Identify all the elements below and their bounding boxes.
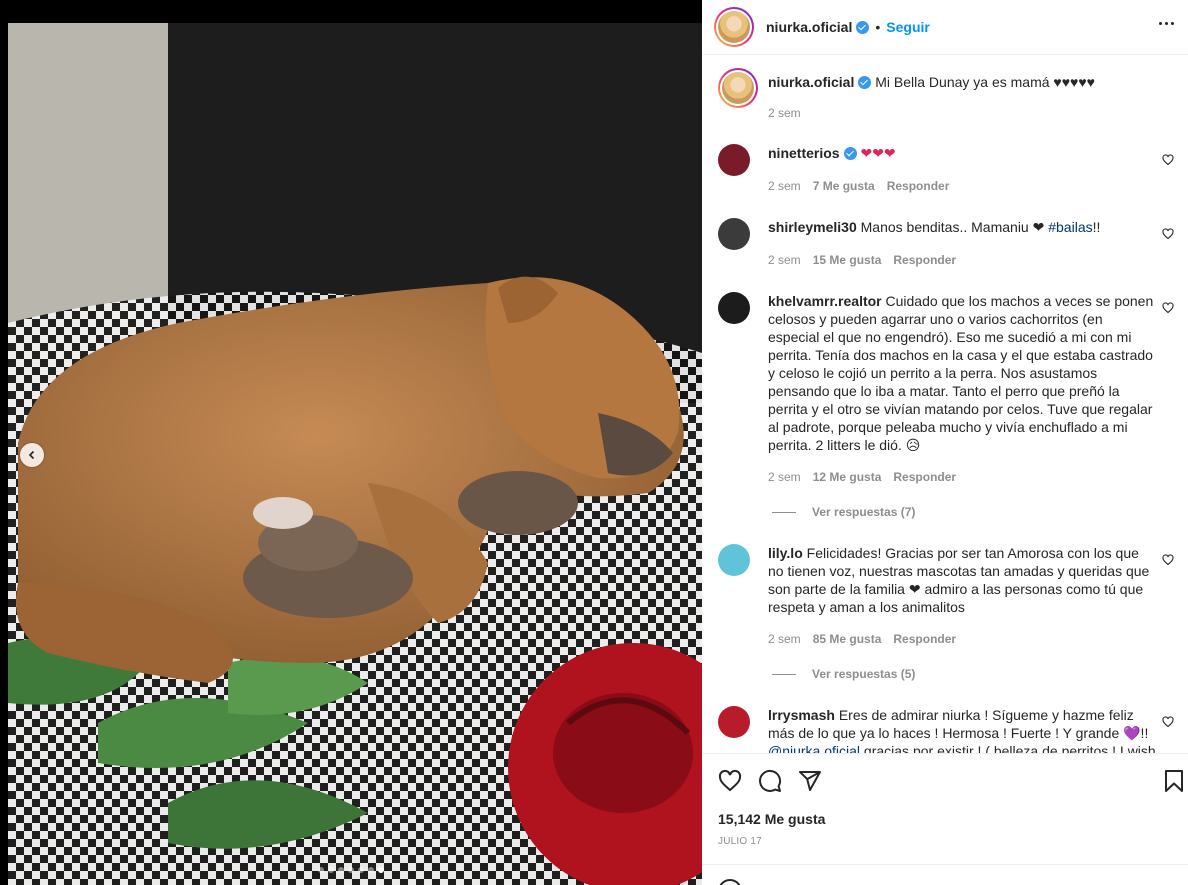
post-photo[interactable] xyxy=(8,23,702,885)
comment-username[interactable]: lily.lo xyxy=(768,545,803,561)
heart-icon[interactable] xyxy=(1162,716,1174,728)
comment-likes[interactable]: 85 Me gusta xyxy=(813,632,882,646)
chevron-left-icon xyxy=(28,450,35,460)
carousel-dot xyxy=(358,867,364,873)
comment-username[interactable]: shirleymeli30 xyxy=(768,219,857,235)
verified-icon xyxy=(856,20,870,34)
commenter-avatar[interactable] xyxy=(718,292,750,324)
post-header: niurka.oficial • Seguir xyxy=(702,0,1188,55)
post-date[interactable]: JULIO 17 xyxy=(718,836,762,847)
dog-with-puppies-photo xyxy=(8,23,702,885)
previous-slide-button[interactable] xyxy=(20,443,44,467)
more-options-icon[interactable] xyxy=(1159,22,1174,25)
comments-list[interactable]: niurka.oficial Mi Bella Dunay ya es mamá… xyxy=(702,56,1188,753)
comment-text: Felicidades! Gracias por ser tan Amorosa… xyxy=(768,545,1150,615)
comment-text: ❤❤❤ xyxy=(860,145,896,161)
view-replies-label: Ver respuestas (7) xyxy=(812,505,916,519)
commenter-avatar[interactable] xyxy=(718,706,750,738)
heart-icon[interactable] xyxy=(718,769,742,793)
view-replies-label: Ver respuestas (5) xyxy=(812,667,916,681)
view-replies-button[interactable]: Ver respuestas (5) xyxy=(772,667,915,681)
carousel-dot xyxy=(378,867,384,873)
post-media xyxy=(0,0,702,885)
commenter-avatar[interactable] xyxy=(718,144,750,176)
comment-icon[interactable] xyxy=(758,769,782,793)
media-top-band xyxy=(0,0,702,23)
carousel-dot xyxy=(338,867,344,873)
commenter-avatar[interactable] xyxy=(718,544,750,576)
comment-username[interactable]: ninetterios xyxy=(768,145,840,161)
comment-time[interactable]: 2 sem xyxy=(768,253,801,267)
separator: • xyxy=(875,19,881,35)
commenter-avatar[interactable] xyxy=(718,218,750,250)
share-icon[interactable] xyxy=(798,769,822,793)
heart-icon[interactable] xyxy=(1162,228,1174,240)
reply-button[interactable]: Responder xyxy=(893,632,956,646)
comment-likes[interactable]: 15 Me gusta xyxy=(813,253,882,267)
bookmark-icon[interactable] xyxy=(1162,769,1186,793)
comment-text: Manos benditas.. Mamaniu ❤ xyxy=(860,219,1045,235)
author-avatar[interactable] xyxy=(714,7,754,47)
comment-time[interactable]: 2 sem xyxy=(768,632,801,646)
comment-text: Cuidado que los machos a veces se ponen … xyxy=(768,293,1154,453)
follow-button[interactable]: Seguir xyxy=(886,19,930,35)
comment-text-end: !! xyxy=(1092,219,1101,235)
reply-button[interactable]: Responder xyxy=(893,253,956,267)
carousel-dot xyxy=(328,867,334,873)
comment-likes[interactable]: 12 Me gusta xyxy=(813,470,882,484)
carousel-dot xyxy=(318,867,324,873)
reply-button[interactable]: Responder xyxy=(887,179,950,193)
heart-icon[interactable] xyxy=(1162,554,1174,566)
comment-mention[interactable]: @niurka.oficial xyxy=(768,743,860,753)
caption-author-avatar[interactable] xyxy=(718,68,758,108)
caption-username[interactable]: niurka.oficial xyxy=(768,74,854,90)
author-username[interactable]: niurka.oficial xyxy=(766,19,852,35)
carousel-indicator xyxy=(0,867,702,873)
post-details-panel: niurka.oficial • Seguir niurka.oficial M… xyxy=(702,0,1188,885)
comment-username[interactable]: khelvamrr.realtor xyxy=(768,293,882,309)
verified-icon xyxy=(858,76,872,89)
verified-icon xyxy=(843,147,857,160)
comment-hashtag[interactable]: #bailas xyxy=(1048,219,1092,235)
comment-username[interactable]: lrrysmash xyxy=(768,707,835,723)
caption-text: Mi Bella Dunay ya es mamá ♥♥♥♥♥ xyxy=(875,74,1095,90)
view-replies-button[interactable]: Ver respuestas (7) xyxy=(772,505,915,519)
carousel-dot xyxy=(348,867,354,873)
reply-button[interactable]: Responder xyxy=(893,470,956,484)
comment-likes[interactable]: 7 Me gusta xyxy=(813,179,875,193)
caption-time[interactable]: 2 sem xyxy=(768,106,801,120)
post-actions: 15,142 Me gusta JULIO 17 xyxy=(702,753,1188,885)
emoji-icon[interactable] xyxy=(718,879,742,885)
comment-time[interactable]: 2 sem xyxy=(768,470,801,484)
comment-time[interactable]: 2 sem xyxy=(768,179,801,193)
add-comment-bar[interactable] xyxy=(702,864,1188,885)
heart-icon[interactable] xyxy=(1162,154,1174,166)
heart-icon[interactable] xyxy=(1162,302,1174,314)
likes-count[interactable]: 15,142 Me gusta xyxy=(718,811,825,827)
carousel-dot xyxy=(368,867,374,873)
